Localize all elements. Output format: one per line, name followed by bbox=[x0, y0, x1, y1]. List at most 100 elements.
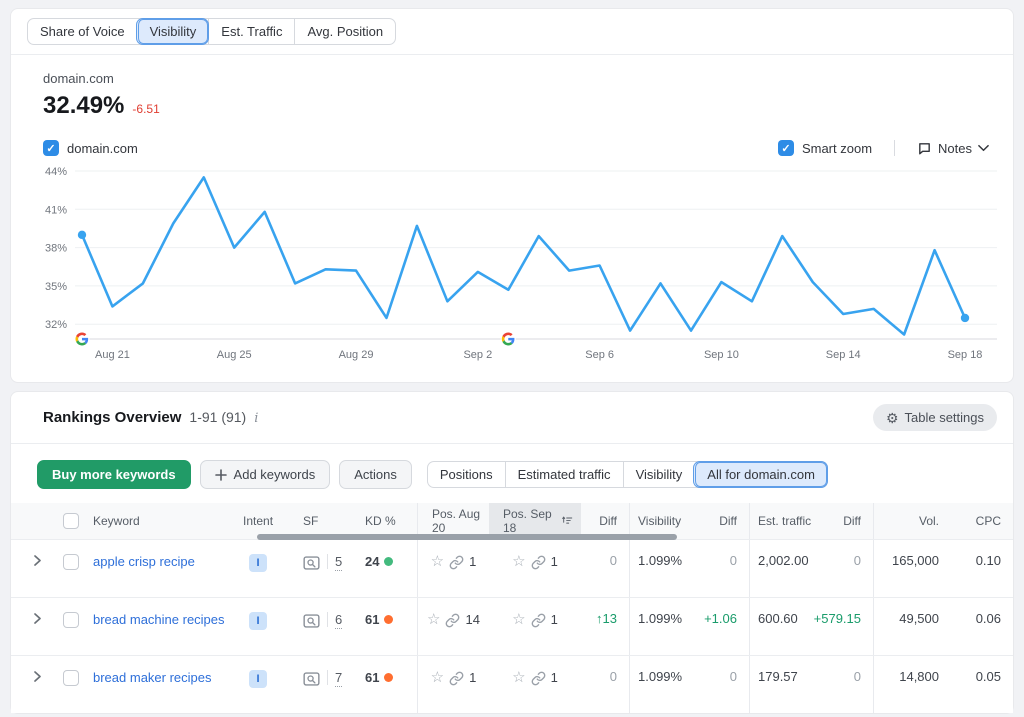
intent-badge[interactable]: I bbox=[249, 670, 267, 688]
position-diff: 0 bbox=[581, 656, 629, 713]
col-header-est-traffic[interactable]: Est. traffic bbox=[749, 503, 827, 539]
star-icon: ☆ bbox=[512, 554, 525, 569]
table-settings-button[interactable]: ⚙ Table settings bbox=[873, 404, 997, 431]
link-icon bbox=[531, 555, 546, 570]
metric-tabbar: Share of VoiceVisibilityEst. TrafficAvg.… bbox=[11, 9, 1013, 55]
volume-value: 165,000 bbox=[873, 540, 951, 597]
table-row: bread maker recipes I 7 61 ☆ 1 ☆ 1 0 1.0… bbox=[11, 655, 1013, 713]
svg-text:Aug 25: Aug 25 bbox=[217, 349, 252, 361]
svg-text:Aug 21: Aug 21 bbox=[95, 349, 130, 361]
kd-difficulty-dot bbox=[384, 615, 393, 624]
star-icon: ☆ bbox=[427, 612, 440, 627]
google-update-marker[interactable] bbox=[74, 331, 89, 346]
col-header-keyword[interactable]: Keyword bbox=[85, 503, 235, 539]
position-tracking-page: Share of VoiceVisibilityEst. TrafficAvg.… bbox=[0, 0, 1024, 717]
link-icon bbox=[445, 613, 460, 628]
svg-text:35%: 35% bbox=[45, 281, 67, 293]
actions-button[interactable]: Actions bbox=[339, 460, 412, 489]
star-icon: ☆ bbox=[431, 554, 444, 569]
chevron-right-icon bbox=[33, 670, 42, 683]
tab-visibility[interactable]: Visibility bbox=[137, 19, 209, 44]
serp-features-icon[interactable] bbox=[303, 555, 320, 571]
est-traffic-diff: +579.15 bbox=[827, 598, 873, 655]
visibility-value: 1.099% bbox=[629, 540, 695, 597]
col-header-vis-diff[interactable]: Diff bbox=[695, 503, 749, 539]
buy-more-keywords-button[interactable]: Buy more keywords bbox=[37, 460, 191, 489]
row-expander[interactable] bbox=[11, 656, 55, 713]
info-icon[interactable]: i bbox=[254, 411, 258, 426]
row-checkbox[interactable] bbox=[63, 554, 79, 570]
star-icon: ☆ bbox=[431, 670, 444, 685]
keyword-link[interactable]: bread machine recipes bbox=[93, 612, 225, 627]
table-settings-label: Table settings bbox=[905, 410, 985, 425]
sf-count[interactable]: 7 bbox=[335, 670, 342, 687]
visibility-value: 1.099% bbox=[629, 656, 695, 713]
chevron-right-icon bbox=[33, 612, 42, 625]
view-tab-estimated-traffic[interactable]: Estimated traffic bbox=[505, 462, 623, 487]
kd-value: 61 bbox=[365, 612, 379, 627]
visibility-diff: 0 bbox=[695, 540, 749, 597]
est-traffic-value: 2,002.00 bbox=[749, 540, 827, 597]
divider bbox=[327, 670, 328, 685]
svg-text:41%: 41% bbox=[45, 204, 67, 216]
view-tab-all-for-domain-com[interactable]: All for domain.com bbox=[694, 462, 827, 487]
domain-checkbox[interactable]: ✓ bbox=[43, 140, 59, 156]
kd-difficulty-dot bbox=[384, 557, 393, 566]
col-header-volume[interactable]: Vol. bbox=[873, 503, 951, 539]
sf-count[interactable]: 5 bbox=[335, 554, 342, 571]
add-keywords-button[interactable]: Add keywords bbox=[200, 460, 331, 489]
visibility-series-line bbox=[82, 177, 965, 334]
position-diff: 0 bbox=[581, 540, 629, 597]
select-all-checkbox[interactable] bbox=[63, 513, 79, 529]
sf-count[interactable]: 6 bbox=[335, 612, 342, 629]
notes-dropdown[interactable]: Notes bbox=[917, 141, 989, 156]
tab-avg-position[interactable]: Avg. Position bbox=[294, 19, 395, 44]
visibility-trend-chart: 32%35%38%41%44%Aug 21Aug 25Aug 29Sep 2Se… bbox=[11, 156, 1013, 382]
keyword-link[interactable]: bread maker recipes bbox=[93, 670, 212, 685]
chevron-right-icon bbox=[33, 554, 42, 567]
tab-est-traffic[interactable]: Est. Traffic bbox=[208, 19, 294, 44]
keyword-link[interactable]: apple crisp recipe bbox=[93, 554, 195, 569]
row-checkbox[interactable] bbox=[63, 612, 79, 628]
visibility-diff: +1.06 bbox=[695, 598, 749, 655]
sort-icon bbox=[562, 515, 573, 527]
table-view-tab-group: PositionsEstimated trafficVisibilityAll … bbox=[427, 461, 828, 488]
smart-zoom-label: Smart zoom bbox=[802, 141, 872, 156]
tab-share-of-voice[interactable]: Share of Voice bbox=[28, 19, 137, 44]
google-update-marker[interactable] bbox=[501, 331, 516, 346]
svg-text:32%: 32% bbox=[45, 319, 67, 331]
link-icon bbox=[531, 671, 546, 686]
volume-value: 14,800 bbox=[873, 656, 951, 713]
serp-features-icon[interactable] bbox=[303, 671, 320, 687]
svg-text:Aug 29: Aug 29 bbox=[339, 349, 374, 361]
row-expander[interactable] bbox=[11, 598, 55, 655]
smart-zoom-checkbox[interactable]: ✓ bbox=[778, 140, 794, 156]
col-header-traffic-diff[interactable]: Diff bbox=[827, 503, 873, 539]
star-icon: ☆ bbox=[512, 670, 525, 685]
domain-legend-label: domain.com bbox=[67, 141, 138, 156]
horizontal-scrollbar-thumb[interactable] bbox=[257, 534, 677, 540]
row-expander[interactable] bbox=[11, 540, 55, 597]
serp-features-icon[interactable] bbox=[303, 613, 320, 629]
view-tab-visibility[interactable]: Visibility bbox=[623, 462, 695, 487]
volume-value: 49,500 bbox=[873, 598, 951, 655]
cpc-value: 0.05 bbox=[951, 656, 1013, 713]
smart-zoom-toggle[interactable]: ✓ Smart zoom bbox=[778, 140, 872, 156]
rankings-table: Keyword Intent SF KD % Pos. Aug 20 Pos. … bbox=[11, 503, 1013, 713]
est-traffic-value: 179.57 bbox=[749, 656, 827, 713]
intent-badge[interactable]: I bbox=[249, 612, 267, 630]
row-checkbox[interactable] bbox=[63, 670, 79, 686]
pos-aug20-value: 14 bbox=[465, 612, 479, 627]
table-row: apple crisp recipe I 5 24 ☆ 1 ☆ 1 0 1.09… bbox=[11, 539, 1013, 597]
domain-legend-toggle[interactable]: ✓ domain.com bbox=[43, 140, 138, 156]
metric-domain-label: domain.com bbox=[43, 71, 1013, 86]
link-icon bbox=[531, 613, 546, 628]
series-endpoint-dot bbox=[78, 231, 86, 239]
col-header-cpc[interactable]: CPC bbox=[951, 503, 1013, 539]
divider bbox=[327, 612, 328, 627]
intent-badge[interactable]: I bbox=[249, 554, 267, 572]
cpc-value: 0.06 bbox=[951, 598, 1013, 655]
kd-value: 24 bbox=[365, 554, 379, 569]
view-tab-positions[interactable]: Positions bbox=[428, 462, 505, 487]
rankings-overview-card: Rankings Overview 1-91 (91) i ⚙ Table se… bbox=[10, 391, 1014, 714]
